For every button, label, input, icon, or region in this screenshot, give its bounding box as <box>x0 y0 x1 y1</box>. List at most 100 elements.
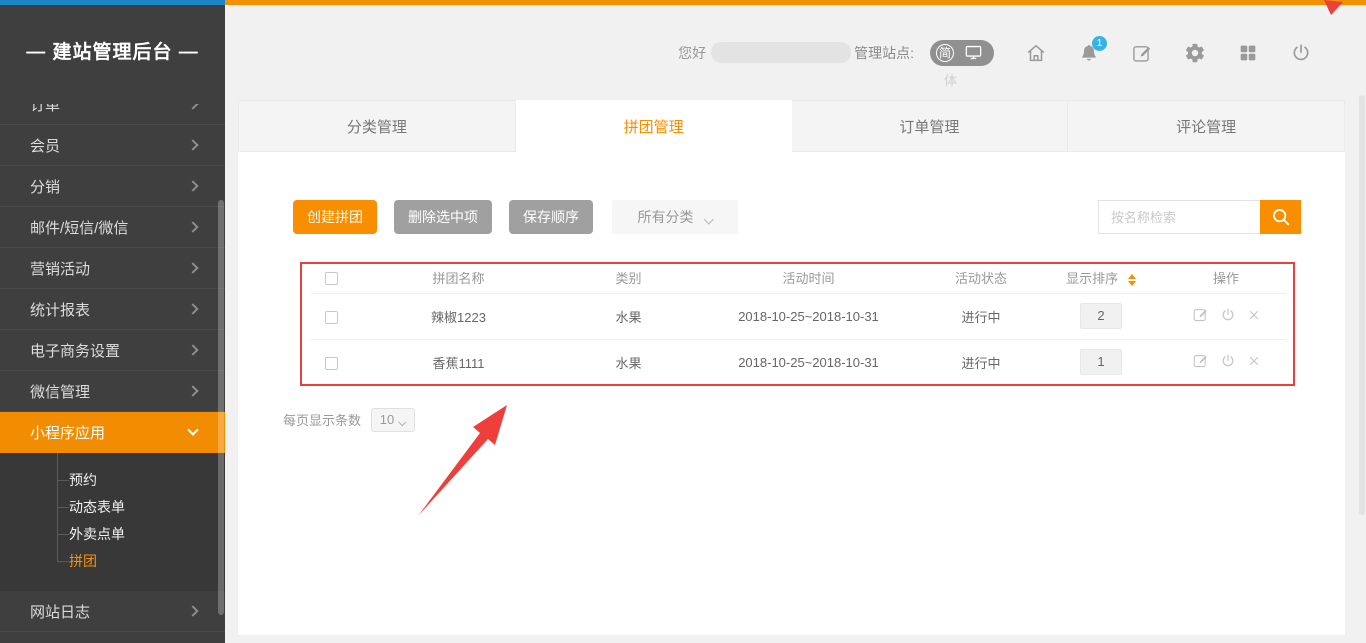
chevron-right-icon <box>187 139 198 150</box>
logout-power-icon[interactable] <box>1290 42 1312 64</box>
sidebar-item-label: 统计报表 <box>30 299 90 320</box>
submenu-item-label: 动态表单 <box>69 499 125 515</box>
per-page-value: 10 <box>380 412 394 427</box>
cell-name: 香蕉1111 <box>351 339 566 385</box>
per-page-label: 每页显示条数 <box>283 410 361 429</box>
chevron-right-icon <box>187 262 198 273</box>
disable-power-icon[interactable] <box>1220 307 1236 323</box>
row-actions <box>1192 306 1261 323</box>
tab-bar: 分类管理 拼团管理 订单管理 评论管理 <box>238 100 1345 152</box>
category-filter-dropdown[interactable]: 所有分类 <box>612 200 738 234</box>
language-switch-pill[interactable]: 简 体 <box>930 40 994 66</box>
sidebar-top-strip <box>0 0 225 5</box>
sidebar: — 建站管理后台 — 订单 会员 分销 邮件/短信/微信 营销活动 统计报表 电… <box>0 5 225 643</box>
sort-desc-icon <box>1128 281 1136 286</box>
sidebar-item-marketing[interactable]: 营销活动 <box>0 248 225 289</box>
tab-order-management[interactable]: 订单管理 <box>792 100 1069 152</box>
apps-grid-icon[interactable] <box>1237 42 1259 64</box>
per-page-select[interactable]: 10 <box>371 408 415 432</box>
submenu-item-dynamic-form[interactable]: 动态表单 <box>0 494 225 521</box>
row-checkbox[interactable] <box>325 357 338 370</box>
chevron-right-icon <box>187 104 198 110</box>
sort-toggle-icon[interactable] <box>1128 274 1136 286</box>
submenu-item-takeout[interactable]: 外卖点单 <box>0 521 225 548</box>
delete-selected-button[interactable]: 删除选中项 <box>394 200 492 234</box>
tab-comment-management[interactable]: 评论管理 <box>1068 100 1345 152</box>
sidebar-item-label: 网站日志 <box>30 601 90 622</box>
greeting-label: 您好 <box>678 43 706 63</box>
notifications-bell-icon[interactable]: 1 <box>1078 42 1100 64</box>
submenu-item-booking[interactable]: 预约 <box>0 467 225 494</box>
sidebar-item-members[interactable]: 会员 <box>0 125 225 166</box>
sidebar-item-label: 会员 <box>30 135 60 156</box>
search-button[interactable] <box>1260 200 1301 234</box>
order-input[interactable]: 1 <box>1080 349 1122 375</box>
row-actions <box>1192 352 1261 369</box>
sidebar-item-statistics[interactable]: 统计报表 <box>0 289 225 330</box>
column-header-name: 拼团名称 <box>351 263 566 293</box>
delete-x-icon[interactable] <box>1247 308 1261 322</box>
edit-icon[interactable] <box>1192 306 1209 323</box>
sidebar-item-distribution[interactable]: 分销 <box>0 166 225 207</box>
sidebar-item-orders[interactable]: 订单 <box>0 104 225 125</box>
sidebar-item-label: 微信管理 <box>30 381 90 402</box>
chevron-down-icon <box>703 214 713 224</box>
sidebar-item-ecommerce-settings[interactable]: 电子商务设置 <box>0 330 225 371</box>
edit-icon[interactable] <box>1192 352 1209 369</box>
sidebar-item-site-log[interactable]: 网站日志 <box>0 591 225 632</box>
sidebar-scrollbar-thumb[interactable] <box>218 200 224 615</box>
chevron-down-icon <box>398 417 406 425</box>
pagination: 每页显示条数 10 <box>283 408 1345 432</box>
sidebar-item-messaging[interactable]: 邮件/短信/微信 <box>0 207 225 248</box>
main-area: 您好 管理站点: 简 体 1 分类管理 <box>225 5 1366 643</box>
table-row: 香蕉1111 水果 2018-10-25~2018-10-31 进行中 1 <box>311 339 1286 385</box>
content-panel: 分类管理 拼团管理 订单管理 评论管理 创建拼团 删除选中项 保存顺序 所有分类 <box>238 100 1345 635</box>
search-icon <box>1270 206 1292 228</box>
disable-power-icon[interactable] <box>1220 353 1236 369</box>
tab-category-management[interactable]: 分类管理 <box>238 100 516 152</box>
submenu-item-label: 预约 <box>69 472 97 488</box>
settings-gear-icon[interactable] <box>1184 42 1206 64</box>
sidebar-item-label: 电子商务设置 <box>30 340 120 361</box>
content-top-strip <box>225 0 1366 5</box>
groupbuy-table: 拼团名称 类别 活动时间 活动状态 显示排序 操作 <box>311 263 1286 386</box>
toolbar: 创建拼团 删除选中项 保存顺序 所有分类 <box>238 152 1345 234</box>
sidebar-submenu: 预约 动态表单 外卖点单 拼团 <box>0 453 225 591</box>
tab-label: 订单管理 <box>899 116 959 137</box>
cell-name: 辣椒1223 <box>351 293 566 339</box>
cell-category: 水果 <box>566 293 691 339</box>
order-input[interactable]: 2 <box>1080 303 1122 329</box>
table-row: 辣椒1223 水果 2018-10-25~2018-10-31 进行中 2 <box>311 293 1286 339</box>
sidebar-item-miniprogram[interactable]: 小程序应用 <box>0 412 225 453</box>
language-simplified-label: 简 <box>936 44 954 62</box>
site-label: 管理站点: <box>854 43 914 63</box>
tab-groupbuy-management[interactable]: 拼团管理 <box>516 100 792 152</box>
create-groupbuy-button[interactable]: 创建拼团 <box>293 200 377 234</box>
sidebar-item-label: 小程序应用 <box>30 422 105 443</box>
tab-label: 评论管理 <box>1176 116 1236 137</box>
edit-compose-icon[interactable] <box>1131 42 1153 64</box>
category-filter-label: 所有分类 <box>638 207 694 227</box>
language-overflow-label: 体 <box>944 70 957 89</box>
search-box <box>1098 200 1301 234</box>
submenu-item-group-buy[interactable]: 拼团 <box>0 548 225 575</box>
delete-x-icon[interactable] <box>1247 354 1261 368</box>
sidebar-item-label: 订单 <box>30 104 60 115</box>
page-scrollbar-thumb[interactable] <box>1359 95 1365 515</box>
chevron-down-icon <box>187 424 198 435</box>
monitor-icon <box>964 43 983 62</box>
row-checkbox[interactable] <box>325 311 338 324</box>
search-input[interactable] <box>1098 200 1260 234</box>
select-all-checkbox[interactable] <box>325 272 338 285</box>
submenu-item-label: 外卖点单 <box>69 526 125 542</box>
notification-badge: 1 <box>1092 36 1107 51</box>
table-header-row: 拼团名称 类别 活动时间 活动状态 显示排序 操作 <box>311 263 1286 293</box>
home-icon[interactable] <box>1025 42 1047 64</box>
cell-category: 水果 <box>566 339 691 385</box>
sidebar-item-label: 分销 <box>30 176 60 197</box>
sidebar-item-wechat[interactable]: 微信管理 <box>0 371 225 412</box>
chevron-right-icon <box>187 605 198 616</box>
app-title: — 建站管理后台 — <box>0 37 225 64</box>
save-order-button[interactable]: 保存顺序 <box>509 200 593 234</box>
column-header-status: 活动状态 <box>926 263 1036 293</box>
